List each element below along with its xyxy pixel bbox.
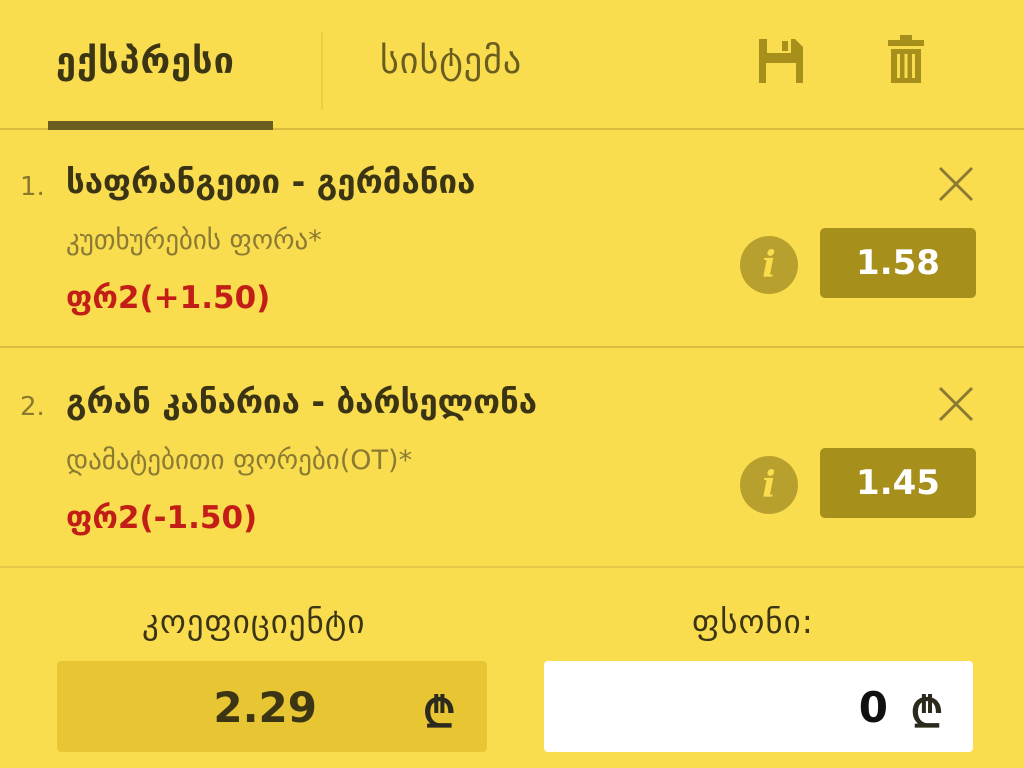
bet-match-title: გრან კანარია - ბარსელონა <box>66 382 538 421</box>
close-icon[interactable] <box>936 164 976 204</box>
bet-market: დამატებითი ფორები(OT)* <box>66 445 413 476</box>
active-tab-indicator <box>48 121 273 130</box>
lari-icon: ₾ <box>423 688 456 737</box>
stake-value: 0 <box>858 683 888 732</box>
bet-market: კუთხურების ფორა* <box>66 225 322 256</box>
save-icon[interactable] <box>757 37 805 85</box>
trash-icon[interactable] <box>888 35 924 85</box>
stake-label: ფსონი: <box>692 602 814 641</box>
bet-number: 1. <box>20 172 45 202</box>
coefficient-value: 2.29 <box>213 683 317 732</box>
total-coefficient: 2.29 ₾ <box>57 661 487 752</box>
coefficient-label: კოეფიციენტი <box>142 602 366 641</box>
tab-express[interactable]: ექსპრესი <box>56 34 235 94</box>
bet-item: 1. საფრანგეთი - გერმანია კუთხურების ფორა… <box>0 130 1024 348</box>
bet-match-title: საფრანგეთი - გერმანია <box>66 162 476 201</box>
bet-item: 2. გრან კანარია - ბარსელონა დამატებითი ფ… <box>0 350 1024 568</box>
stake-input[interactable]: 0 ₾ <box>544 661 973 752</box>
bet-number: 2. <box>20 392 45 422</box>
bet-pick: ფრ2(+1.50) <box>66 280 271 316</box>
lari-icon: ₾ <box>910 688 943 737</box>
info-icon[interactable]: i <box>740 456 798 514</box>
info-icon[interactable]: i <box>740 236 798 294</box>
bet-pick: ფრ2(-1.50) <box>66 500 258 536</box>
tab-divider <box>321 32 323 110</box>
odds-button[interactable]: 1.58 <box>820 228 976 298</box>
tab-system[interactable]: სისტემა <box>380 34 522 94</box>
betslip-header: ექსპრესი სისტემა <box>0 0 1024 130</box>
close-icon[interactable] <box>936 384 976 424</box>
odds-button[interactable]: 1.45 <box>820 448 976 518</box>
